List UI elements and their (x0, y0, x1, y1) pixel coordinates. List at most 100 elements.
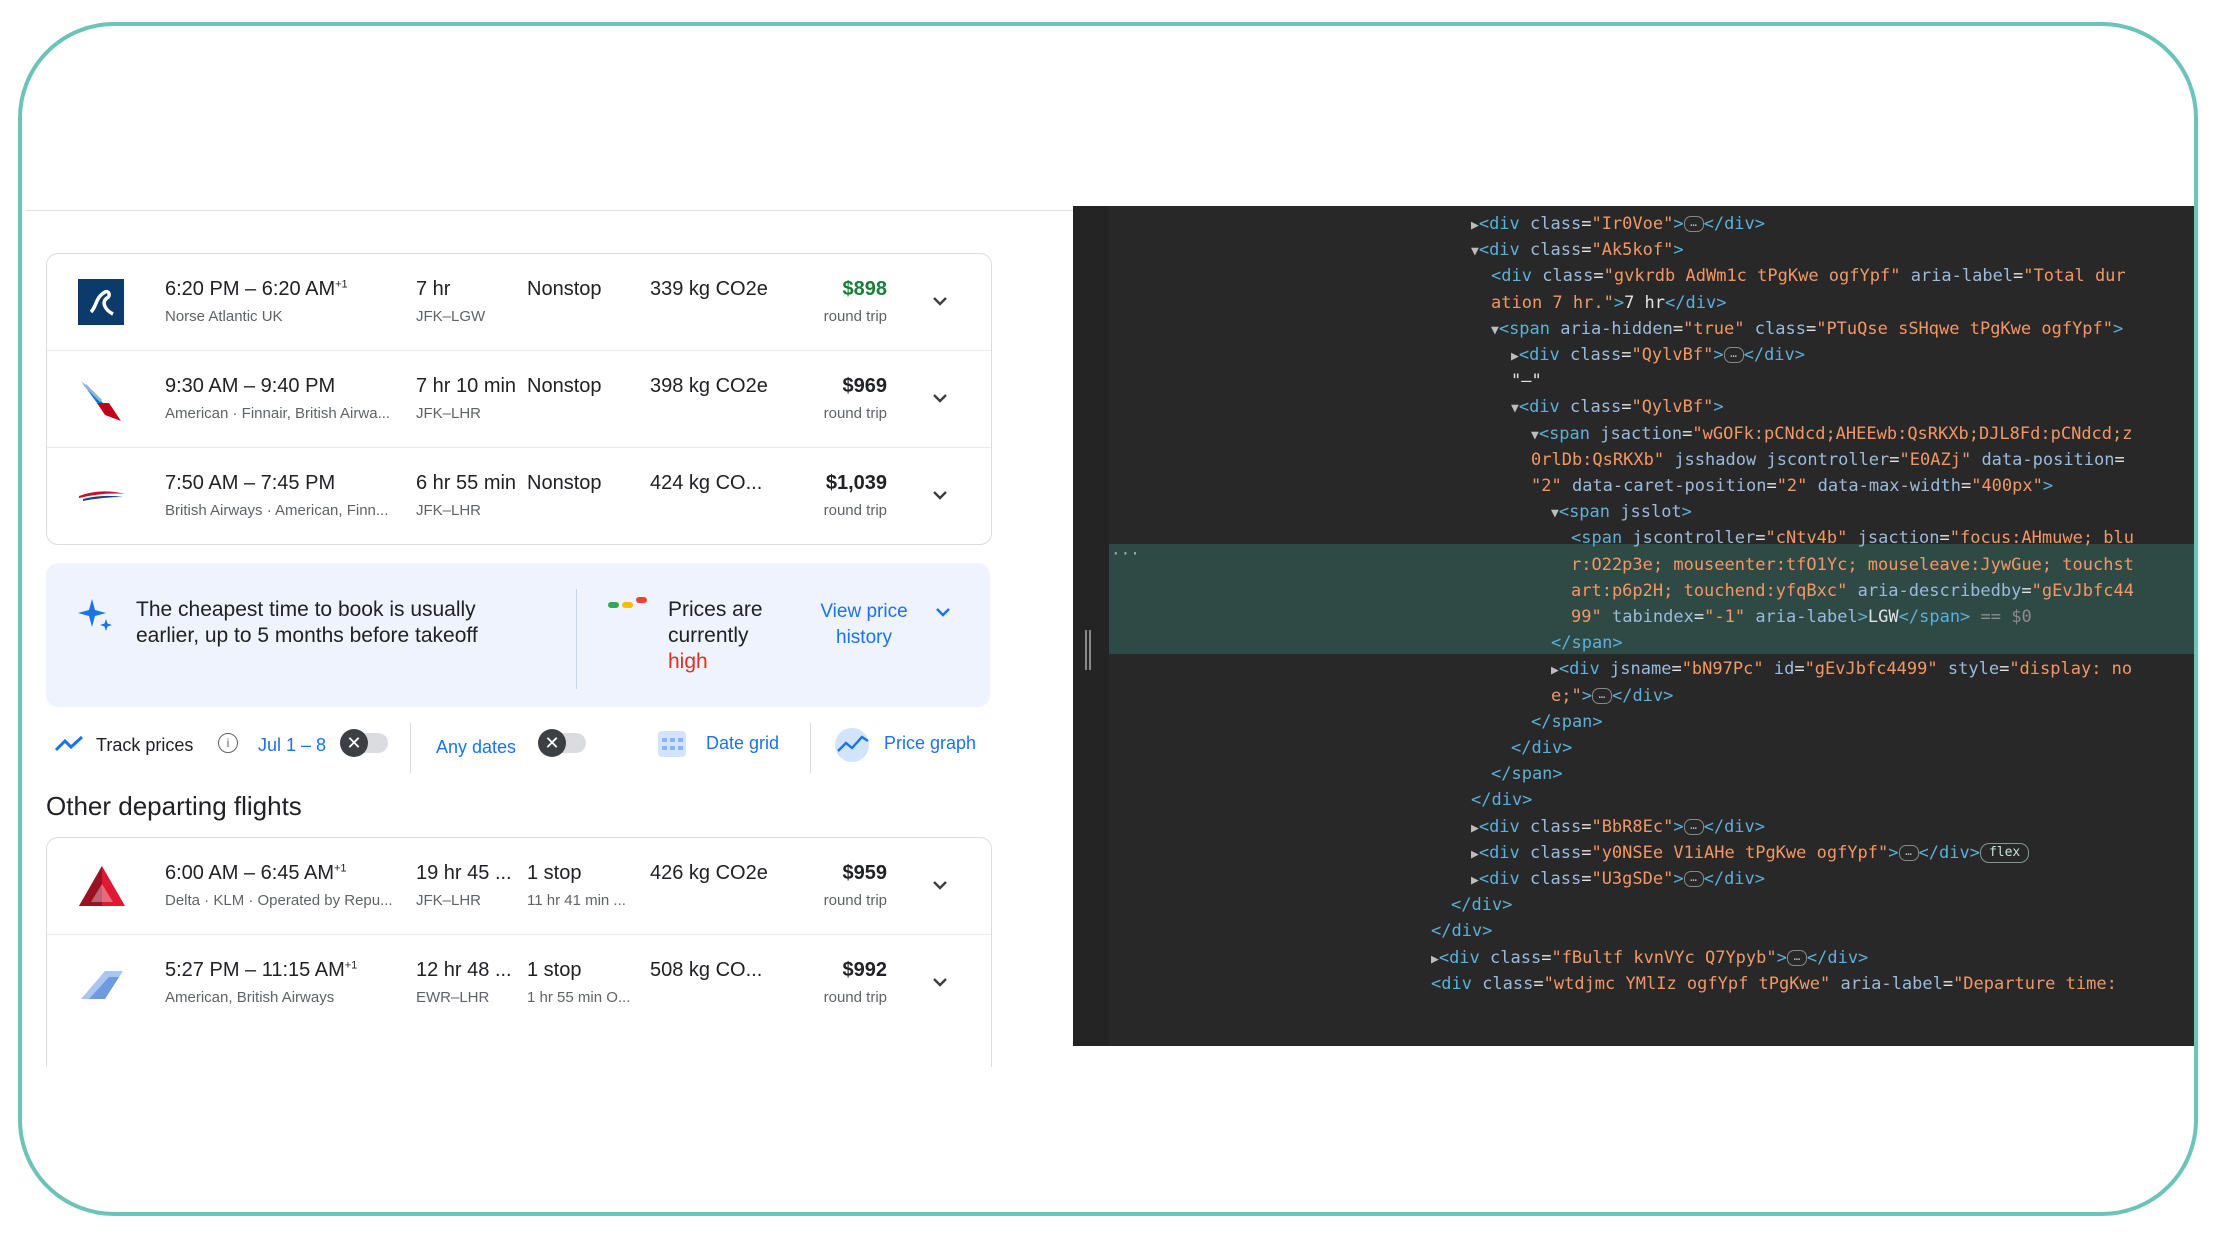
view-price-history-link[interactable]: View price history (814, 599, 914, 651)
chevron-down-icon[interactable] (929, 484, 951, 506)
ellipsis-badge[interactable]: … (1786, 949, 1807, 966)
dom-node-line[interactable]: ▼<span aria-hidden="true" class="PTuQse … (1491, 319, 2123, 341)
collapsed-triangle-icon[interactable]: ▶ (1471, 873, 1479, 888)
flight-row[interactable]: 6:20 PM – 6:20 AM+1 Norse Atlantic UK 7 hr… (47, 254, 991, 351)
expanded-triangle-icon[interactable]: ▼ (1511, 401, 1519, 416)
ellipsis-badge[interactable]: … (1683, 871, 1704, 887)
dom-node-line[interactable]: 0rlDb:QsRKXb" jsshadow jscontroller="E0A… (1531, 450, 2125, 470)
dom-token: jscontroller (1766, 449, 1890, 470)
collapsed-triangle-icon[interactable]: ▶ (1431, 952, 1439, 967)
dom-node-line[interactable]: </div> (1511, 738, 1572, 758)
dom-node-line[interactable]: "–" (1511, 371, 1542, 391)
dom-token: <div (1478, 842, 1531, 863)
dom-token: class (1530, 816, 1582, 837)
dom-node-line[interactable]: </div> (1471, 790, 1532, 810)
airline-names: British Airways · American, Finn... (165, 502, 389, 519)
dom-node-line[interactable]: r:O22p3e; mouseenter:tfO1Yc; mouseleave:… (1571, 555, 2134, 575)
dom-token: "–" (1511, 371, 1542, 392)
dom-node-line[interactable]: ▼<div class="Ak5kof"> (1471, 240, 1684, 262)
dom-node-line[interactable]: </span> (1551, 633, 1623, 653)
dom-token: </div> (1703, 816, 1766, 837)
dom-node-line[interactable]: </span> (1491, 764, 1563, 784)
dom-node-line[interactable]: "2" data-caret-position="2" data-max-wid… (1531, 476, 2053, 496)
dom-token: = (1766, 476, 1777, 496)
dom-node-line[interactable]: <div class="wtdjmc YMlIz ogfYpf tPgKwe" … (1431, 974, 2117, 994)
dom-node-line[interactable]: ▶<div class="QylvBf">… </div> (1511, 345, 1805, 367)
dom-node-line[interactable]: </div> (1451, 895, 1512, 915)
chevron-down-icon[interactable] (932, 601, 954, 623)
info-icon[interactable]: i (218, 733, 238, 753)
dom-node-line[interactable]: ▶<div class="Ir0Voe">… </div> (1471, 214, 1765, 236)
dom-token: "QylvBf" (1631, 345, 1714, 365)
ellipsis-badge[interactable]: … (1683, 216, 1704, 232)
dom-token: data-position (1981, 449, 2115, 470)
dom-token: 0rlDb:QsRKXb" (1531, 449, 1665, 470)
dom-token: <span (1498, 318, 1561, 339)
dom-node-line[interactable]: art:p6p2H; touchend:yfqBxc" aria-describ… (1571, 581, 2134, 601)
flight-row[interactable]: 9:30 AM – 9:40 PM American · Finnair, Bri… (47, 351, 991, 448)
flight-row[interactable]: 7:50 AM – 7:45 PM British Airways · Ameri… (47, 448, 991, 544)
any-dates-label[interactable]: Any dates (436, 737, 516, 758)
collapsed-triangle-icon[interactable]: ▶ (1471, 847, 1479, 862)
ellipsis-badge[interactable]: … (1898, 844, 1919, 861)
any-dates-toggle[interactable]: ✕ (538, 729, 586, 757)
dom-node-line[interactable]: <div class="gvkrdb AdWm1c tPgKwe ogfYpf"… (1491, 266, 2126, 286)
track-date-range[interactable]: Jul 1 – 8 (258, 735, 326, 756)
price-graph-button[interactable]: Price graph (884, 733, 976, 754)
track-prices-toggle[interactable]: ✕ (340, 729, 388, 757)
flight-price: $969 (842, 375, 888, 397)
dom-token (1847, 581, 1857, 601)
dom-token: aria-label (1840, 973, 1943, 994)
ellipsis-badge[interactable]: … (1683, 818, 1704, 835)
expanded-triangle-icon[interactable]: ▼ (1551, 506, 1559, 521)
british-airways-logo (79, 491, 125, 501)
dom-node-line[interactable]: </div> (1431, 921, 1492, 941)
flex-badge[interactable]: flex (1979, 842, 2030, 863)
dom-node-line[interactable]: ▼<span jsslot> (1551, 502, 1692, 524)
price-level-value: high (668, 650, 708, 673)
expanded-triangle-icon[interactable]: ▼ (1491, 323, 1499, 338)
ellipsis-badge[interactable]: … (1723, 347, 1744, 363)
ellipsis-badge[interactable]: … (1591, 687, 1612, 704)
dom-node-line[interactable]: ▶<div class="y0NSEe V1iAHe tPgKwe ogfYpf… (1471, 842, 2030, 865)
dom-node-line[interactable]: ▶<div class="U3gSDe">… </div> (1471, 869, 1765, 891)
node-menu-icon[interactable]: ··· (1111, 544, 1140, 563)
expanded-triangle-icon[interactable]: ▼ (1531, 428, 1539, 443)
collapsed-triangle-icon[interactable]: ▶ (1511, 349, 1519, 364)
flight-row[interactable]: 5:27 PM – 11:15 AM+1 American, British Ai… (47, 935, 991, 1031)
dom-token: 7 hr (1624, 292, 1666, 313)
collapsed-triangle-icon[interactable]: ▶ (1551, 663, 1559, 678)
dom-node-line[interactable]: ation 7 hr.">7 hr</div> (1491, 293, 1726, 313)
dom-node-line[interactable]: ▼<span jsaction="wGOFk:pCNdcd;AHEEwb:QsR… (1531, 424, 2133, 446)
dom-node-line[interactable]: ▼<div class="QylvBf"> (1511, 397, 1724, 419)
dom-node-line[interactable]: </span> (1531, 712, 1603, 732)
dom-token: data-max-width (1817, 476, 1961, 496)
dom-node-line[interactable]: 99" tabindex="-1" aria-label>LGW</span> … (1571, 607, 2032, 627)
dom-node-line[interactable]: ▶<div jsname="bN97Pc" id="gEvJbfc4499" s… (1551, 659, 2132, 681)
chevron-down-icon[interactable] (929, 971, 951, 993)
dom-token (1745, 319, 1755, 339)
price-graph-icon[interactable] (832, 727, 872, 763)
dom-node-line[interactable]: ▶<div class="fBultf kvnVYc Q7Ypyb">… </di… (1431, 948, 1868, 970)
dom-token: > (2042, 476, 2054, 496)
chevron-down-icon[interactable] (929, 387, 951, 409)
dom-token: </span> (1531, 711, 1603, 732)
chevron-down-icon[interactable] (929, 874, 951, 896)
dom-token: </div> (1431, 921, 1493, 942)
chevron-down-icon[interactable] (929, 290, 951, 312)
collapsed-triangle-icon[interactable]: ▶ (1471, 218, 1479, 233)
dom-token: </div> (1806, 947, 1869, 968)
dom-node-line[interactable]: ▶<div class="BbR8Ec">… </div> (1471, 817, 1765, 839)
collapsed-triangle-icon[interactable]: ▶ (1471, 821, 1479, 836)
dom-token: aria-describedby (1857, 580, 2022, 601)
dom-token: "wGOFk:pCNdcd;AHEEwb:QsRKXb;DJL8Fd:pCNdc… (1692, 423, 2133, 444)
dom-node-line[interactable]: <span jscontroller="cNtv4b" jsaction="fo… (1571, 528, 2134, 548)
flight-row[interactable]: 6:00 AM – 6:45 AM+1 Delta · KLM · Operate… (47, 838, 991, 935)
calendar-grid-icon[interactable] (656, 727, 688, 759)
dom-token (1807, 476, 1817, 496)
dom-node-line[interactable]: e;">… </div> (1551, 686, 1673, 706)
resize-handle[interactable] (1085, 630, 1091, 670)
dom-token: data-caret-position (1571, 476, 1767, 496)
date-grid-button[interactable]: Date grid (706, 733, 779, 754)
expanded-triangle-icon[interactable]: ▼ (1471, 244, 1479, 259)
